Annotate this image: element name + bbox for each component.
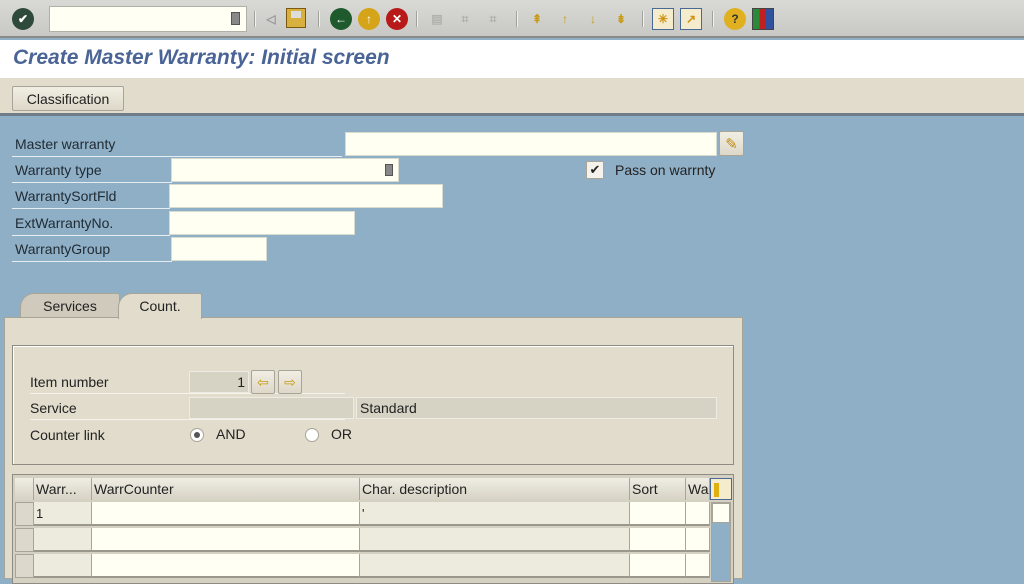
- table-cell-input[interactable]: [92, 528, 360, 552]
- separator: [516, 11, 518, 27]
- previous-item-icon: ⇦: [257, 374, 269, 390]
- column-header-sort[interactable]: Sort: [630, 478, 686, 500]
- counter-link-or-label: OR: [331, 426, 352, 442]
- warranty-group-label: WarrantyGroup: [12, 237, 172, 262]
- table-cell: [34, 554, 92, 578]
- item-number-field: 1: [189, 371, 249, 393]
- row-selector[interactable]: [15, 554, 34, 578]
- find-next-icon[interactable]: ⌗: [482, 8, 504, 30]
- value-help-icon[interactable]: [385, 164, 393, 176]
- new-session-icon[interactable]: ✳: [652, 8, 674, 30]
- table-cell: [360, 528, 630, 552]
- next-item-button[interactable]: ⇨: [278, 370, 302, 394]
- separator: [254, 11, 256, 27]
- counter-link-label: Counter link: [30, 427, 105, 443]
- next-item-icon: ⇨: [284, 374, 296, 390]
- print-icon[interactable]: ▤: [426, 8, 448, 30]
- cancel-icon[interactable]: ✕: [386, 8, 408, 30]
- table-cell-input[interactable]: [630, 502, 686, 526]
- ext-warranty-no-label: ExtWarrantyNo.: [12, 211, 170, 236]
- separator: [642, 11, 644, 27]
- shortcut-icon[interactable]: ↗: [680, 8, 702, 30]
- table-cell-input[interactable]: [686, 554, 710, 578]
- master-warranty-input[interactable]: [346, 133, 716, 155]
- row-selector[interactable]: [15, 528, 34, 552]
- warranty-type-field[interactable]: [171, 158, 399, 182]
- command-input[interactable]: [50, 7, 246, 31]
- table-cell-input[interactable]: [630, 554, 686, 578]
- master-warranty-label: Master warranty: [12, 132, 342, 157]
- page-title: Create Master Warranty: Initial screen: [13, 46, 390, 69]
- separator: [318, 11, 320, 27]
- counter-link-and-label: AND: [216, 426, 246, 442]
- exit-icon[interactable]: ↑: [358, 8, 380, 30]
- table-cell-input[interactable]: [92, 502, 360, 526]
- table-cell-input[interactable]: [686, 528, 710, 552]
- service-field: [189, 397, 354, 419]
- customize-layout-icon[interactable]: [752, 8, 774, 30]
- tab-services[interactable]: Services: [20, 293, 120, 318]
- help-icon[interactable]: ?: [724, 8, 746, 30]
- previous-page-icon[interactable]: ↑: [554, 8, 576, 30]
- warranty-group-input[interactable]: [172, 238, 266, 260]
- separator: [416, 11, 418, 27]
- counter-link-or-radio[interactable]: [305, 428, 319, 442]
- save-icon[interactable]: [286, 8, 306, 28]
- warranty-sort-field-label: WarrantySortFld: [12, 184, 170, 209]
- back-icon[interactable]: ←: [330, 8, 352, 30]
- service-description-field: Standard: [356, 397, 717, 419]
- previous-item-button[interactable]: ⇦: [251, 370, 275, 394]
- scrollbar-thumb[interactable]: [712, 503, 730, 523]
- table-cell-input[interactable]: [686, 502, 710, 526]
- first-page-icon[interactable]: ⇞: [526, 8, 548, 30]
- warranty-sort-field-field[interactable]: [169, 184, 443, 208]
- next-page-icon[interactable]: ↓: [582, 8, 604, 30]
- classification-button[interactable]: Classification: [12, 86, 124, 111]
- table-cell: 1: [34, 502, 92, 526]
- row-selector[interactable]: [15, 502, 34, 526]
- pencil-icon: ✎: [725, 135, 738, 153]
- back-arrow-icon[interactable]: ◁: [260, 8, 282, 30]
- column-header-char-description[interactable]: Char. description: [360, 478, 630, 500]
- column-header-wa[interactable]: Wa: [686, 478, 710, 500]
- ext-warranty-no-field[interactable]: [169, 211, 355, 235]
- last-page-icon[interactable]: ⇟: [610, 8, 632, 30]
- separator: [712, 11, 714, 27]
- column-header-warrcounter[interactable]: WarrCounter: [92, 478, 360, 500]
- history-icon[interactable]: [231, 12, 240, 25]
- tab-count[interactable]: Count.: [118, 293, 202, 319]
- pass-on-warranty-label: Pass on warrnty: [615, 162, 716, 178]
- warranty-group-field[interactable]: [171, 237, 267, 261]
- select-all-button[interactable]: [15, 478, 34, 500]
- application-toolbar: Classification: [0, 78, 1024, 116]
- vertical-scrollbar[interactable]: [711, 502, 731, 582]
- table-cell: ': [360, 502, 630, 526]
- command-field[interactable]: [49, 6, 247, 32]
- ext-warranty-no-input[interactable]: [170, 212, 354, 234]
- title-bar: Create Master Warranty: Initial screen: [0, 40, 1024, 78]
- table-cell: [360, 554, 630, 578]
- table-settings-icon[interactable]: [710, 478, 732, 500]
- warranty-type-label: Warranty type: [12, 158, 172, 183]
- warranty-sort-field-input[interactable]: [170, 185, 442, 207]
- table-cell-input[interactable]: [92, 554, 360, 578]
- find-icon[interactable]: ⌗: [454, 8, 476, 30]
- table-cell: [34, 528, 92, 552]
- master-warranty-field[interactable]: [345, 132, 717, 156]
- table-cell-input[interactable]: [630, 528, 686, 552]
- pass-on-warranty-checkbox[interactable]: ✔: [586, 161, 604, 179]
- counter-link-and-radio[interactable]: [190, 428, 204, 442]
- standard-toolbar: ✔ ◁ ← ↑ ✕ ▤ ⌗ ⌗ ⇞ ↑ ↓ ⇟ ✳ ↗ ?: [0, 0, 1024, 38]
- enter-icon[interactable]: ✔: [12, 8, 34, 30]
- column-header-warr[interactable]: Warr...: [34, 478, 92, 500]
- create-edit-button[interactable]: ✎: [719, 131, 744, 156]
- warranty-type-input[interactable]: [172, 159, 398, 181]
